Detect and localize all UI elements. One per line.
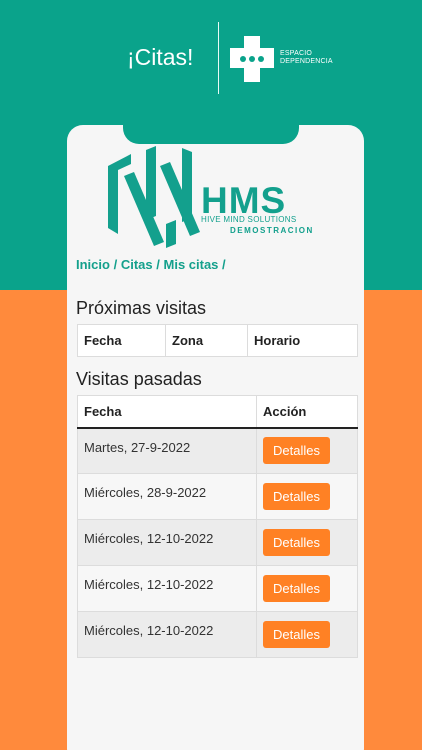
action-cell: Detalles (256, 473, 358, 520)
brand-line-2: DEPENDENCIA (280, 58, 333, 65)
table-row: Miércoles, 12-10-2022 Detalles (77, 611, 358, 658)
breadcrumb-separator: / (222, 257, 226, 272)
column-header-fecha: Fecha (77, 324, 166, 357)
details-button[interactable]: Detalles (263, 575, 330, 602)
header-divider (218, 22, 219, 94)
column-header-zona: Zona (165, 324, 248, 357)
upcoming-visits-table: Fecha Zona Horario (77, 324, 358, 357)
visit-date: Martes, 27-9-2022 (77, 427, 257, 474)
breadcrumb-citas[interactable]: Citas (121, 257, 153, 272)
past-visits-title: Visitas pasadas (76, 369, 202, 389)
visit-date: Miércoles, 12-10-2022 (77, 519, 257, 566)
logo-subtitle: HIVE MIND SOLUTIONS (201, 215, 297, 224)
breadcrumb-mis-citas[interactable]: Mis citas (164, 257, 219, 272)
table-row: Miércoles, 28-9-2022 Detalles (77, 473, 358, 520)
action-cell: Detalles (256, 427, 358, 474)
espacio-dependencia-logo: ESPACIO DEPENDENCIA (227, 34, 357, 84)
app-header: ¡Citas! ESPACIO DEPENDENCIA (0, 0, 422, 120)
action-cell: Detalles (256, 519, 358, 566)
brand-line-1: ESPACIO (280, 50, 313, 57)
column-header-horario: Horario (247, 324, 358, 357)
visit-date: Miércoles, 28-9-2022 (77, 473, 257, 520)
visit-date: Miércoles, 12-10-2022 (77, 565, 257, 612)
breadcrumb-inicio[interactable]: Inicio (76, 257, 110, 272)
brand-text: ESPACIO DEPENDENCIA (280, 50, 333, 66)
header-title: ¡Citas! (127, 44, 194, 70)
brand-cross-icon (230, 36, 274, 82)
action-cell: Detalles (256, 565, 358, 612)
table-row: Miércoles, 12-10-2022 Detalles (77, 519, 358, 566)
visit-date: Miércoles, 12-10-2022 (77, 611, 257, 658)
column-header-accion: Acción (256, 395, 358, 429)
action-cell: Detalles (256, 611, 358, 658)
breadcrumb-separator: / (113, 257, 118, 272)
upcoming-visits-title: Próximas visitas (76, 298, 207, 318)
table-row: Martes, 27-9-2022 Detalles (77, 427, 358, 474)
phone-notch (123, 110, 299, 144)
past-visits-table: Fecha Acción Martes, 27-9-2022 Detalles … (77, 395, 358, 658)
details-button[interactable]: Detalles (263, 483, 330, 510)
breadcrumb-separator: / (156, 257, 160, 272)
details-button[interactable]: Detalles (263, 529, 330, 556)
details-button[interactable]: Detalles (263, 621, 330, 648)
breadcrumb: Inicio / Citas / Mis citas / (76, 257, 226, 272)
table-row: Miércoles, 12-10-2022 Detalles (77, 565, 358, 612)
details-button[interactable]: Detalles (263, 437, 330, 465)
column-header-fecha: Fecha (77, 395, 257, 429)
logo-demo: DEMOSTRACION (230, 226, 314, 235)
